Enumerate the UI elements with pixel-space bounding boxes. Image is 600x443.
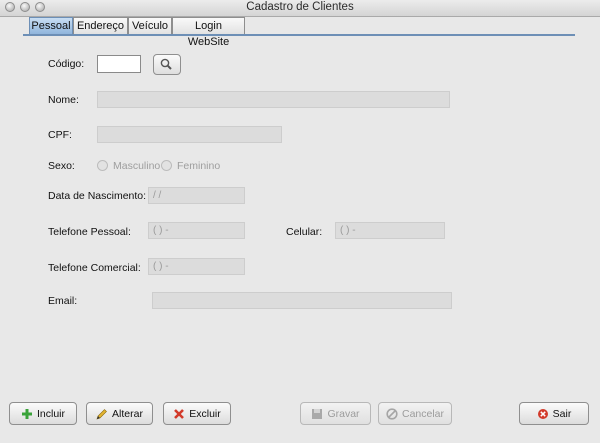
radio-masculino-label: Masculino [113,160,161,172]
sexo-label: Sexo: [48,160,75,172]
cancelar-button[interactable]: Cancelar [378,402,452,425]
tab-pessoal[interactable]: Pessoal [29,17,73,34]
radio-feminino[interactable] [161,160,172,171]
pencil-icon [96,408,107,419]
incluir-button[interactable]: Incluir [9,402,77,425]
cpf-label: CPF: [48,129,72,141]
sair-label: Sair [552,407,572,420]
gravar-label: Gravar [327,407,360,420]
x-icon [174,408,185,419]
cpf-input[interactable] [97,126,282,143]
radio-masculino[interactable] [97,160,108,171]
codigo-label: Código: [48,58,85,70]
main-window: Cadastro de Clientes Pessoal Endereço Ve… [0,0,600,443]
celular-input[interactable]: ( ) - [335,222,445,239]
excluir-button[interactable]: Excluir [163,402,231,425]
email-input[interactable] [152,292,452,309]
telefone-comercial-input[interactable]: ( ) - [148,258,245,275]
alterar-label: Alterar [112,407,143,420]
nome-label: Nome: [48,94,79,106]
tab-veiculo[interactable]: Veículo [128,17,172,34]
alterar-button[interactable]: Alterar [86,402,153,425]
email-label: Email: [48,295,78,307]
incluir-label: Incluir [36,407,65,420]
title-bar: Cadastro de Clientes [0,0,600,17]
plus-icon [21,408,32,419]
nome-input[interactable] [97,91,450,108]
cancelar-label: Cancelar [401,407,445,420]
excluir-label: Excluir [189,407,221,420]
tab-endereco[interactable]: Endereço [73,17,128,34]
search-button[interactable] [153,54,181,75]
data-nascimento-input[interactable]: / / [148,187,245,204]
cancel-icon [386,407,398,420]
telefone-comercial-label: Telefone Comercial: [48,262,141,274]
celular-label: Celular: [286,226,323,238]
data-nascimento-label: Data de Nascimento: [48,190,147,202]
sair-button[interactable]: Sair [519,402,589,425]
exit-icon [537,408,548,419]
tab-panel-border [23,34,575,36]
magnifier-icon [160,58,172,70]
floppy-icon [312,408,323,419]
codigo-input[interactable] [97,55,141,73]
telefone-pessoal-label: Telefone Pessoal: [48,226,131,238]
radio-feminino-label: Feminino [177,160,221,172]
gravar-button[interactable]: Gravar [300,402,371,425]
telefone-pessoal-input[interactable]: ( ) - [148,222,245,239]
window-title: Cadastro de Clientes [246,1,354,13]
tab-login-website[interactable]: Login WebSite [172,17,245,48]
